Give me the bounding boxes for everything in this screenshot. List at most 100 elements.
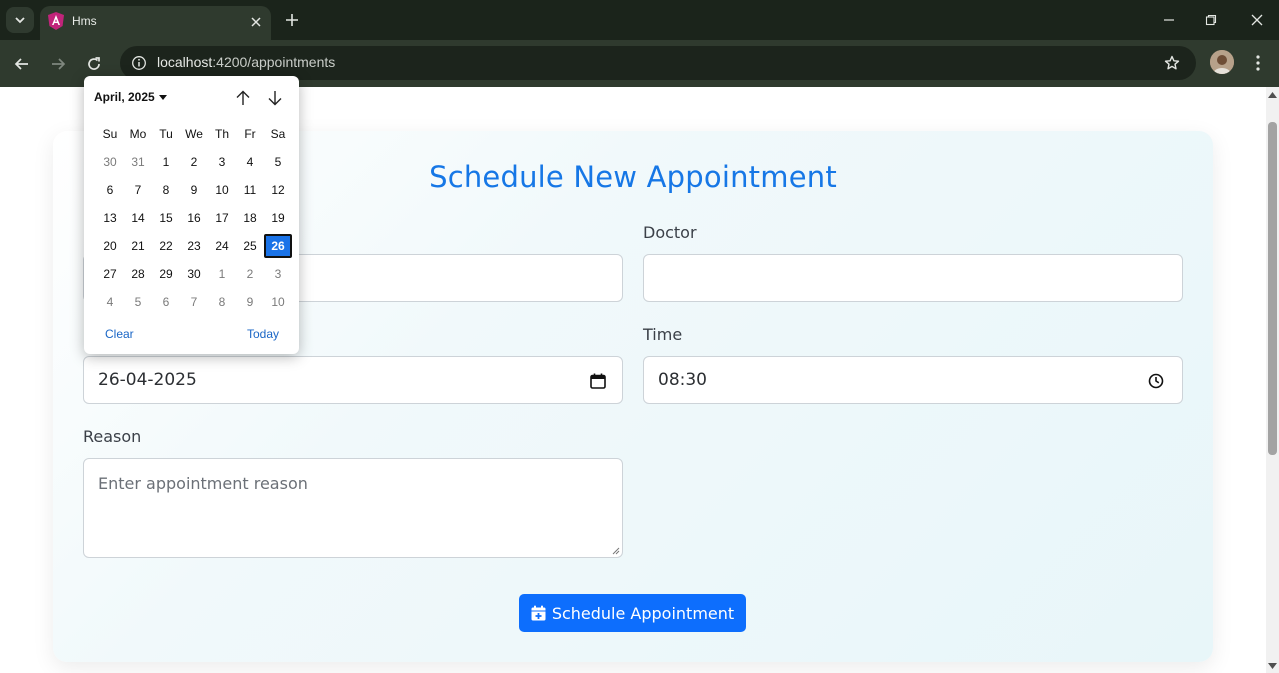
clock-icon[interactable] xyxy=(1147,372,1165,390)
calendar-day[interactable]: 10 xyxy=(264,290,292,314)
chevron-down-icon xyxy=(15,17,25,24)
reason-label: Reason xyxy=(83,427,142,446)
weekday-fr: Fr xyxy=(244,127,256,141)
bookmark-button[interactable] xyxy=(1161,52,1183,74)
calendar-day[interactable]: 29 xyxy=(152,262,180,286)
reload-icon xyxy=(88,57,100,70)
date-picker-popup: April, 2025 Su Mo Tu We Th Fr Sa 30 31 1 2 3 4 5 6 7 8 9… xyxy=(84,76,299,354)
weekday-we: We xyxy=(185,127,203,141)
weekday-tu: Tu xyxy=(159,127,173,141)
close-tab-button[interactable] xyxy=(247,13,265,31)
calendar-day[interactable]: 25 xyxy=(236,234,264,258)
calendar-day[interactable]: 15 xyxy=(152,206,180,230)
close-window-button[interactable] xyxy=(1245,8,1269,32)
new-tab-button[interactable] xyxy=(282,10,302,30)
calendar-day[interactable]: 20 xyxy=(96,234,124,258)
calendar-day[interactable]: 24 xyxy=(208,234,236,258)
more-vertical-icon xyxy=(1256,55,1260,71)
reason-placeholder: Enter appointment reason xyxy=(98,474,308,493)
calendar-day[interactable]: 6 xyxy=(152,290,180,314)
minimize-icon xyxy=(1164,19,1174,21)
calendar-day[interactable]: 17 xyxy=(208,206,236,230)
calendar-day[interactable]: 3 xyxy=(264,262,292,286)
back-button[interactable] xyxy=(10,52,34,76)
month-year-label: April, 2025 xyxy=(94,90,155,104)
weekday-su: Su xyxy=(102,127,118,141)
clear-date-button[interactable]: Clear xyxy=(105,327,134,341)
arrow-right-icon xyxy=(52,58,66,70)
calendar-day[interactable]: 31 xyxy=(124,150,152,174)
today-button[interactable]: Today xyxy=(247,327,279,341)
calendar-day[interactable]: 26 xyxy=(264,234,292,258)
date-input[interactable]: 26-04-2025 xyxy=(83,356,623,404)
next-month-button[interactable] xyxy=(265,88,285,108)
calendar-day[interactable]: 10 xyxy=(208,178,236,202)
avatar-icon xyxy=(1210,50,1234,74)
calendar-icon[interactable] xyxy=(589,372,607,390)
calendar-day[interactable]: 9 xyxy=(236,290,264,314)
browser-menu-button[interactable] xyxy=(1248,51,1268,75)
calendar-day[interactable]: 30 xyxy=(180,262,208,286)
scrollbar-thumb[interactable] xyxy=(1268,122,1277,455)
browser-tab[interactable]: Hms xyxy=(40,6,271,40)
calendar-day[interactable]: 28 xyxy=(124,262,152,286)
restore-button[interactable] xyxy=(1199,8,1223,32)
previous-month-button[interactable] xyxy=(233,88,253,108)
page-scrollbar[interactable] xyxy=(1266,87,1279,673)
angular-favicon-icon xyxy=(48,12,64,30)
address-bar[interactable]: localhost:4200/appointments xyxy=(120,46,1196,80)
calendar-day[interactable]: 11 xyxy=(236,178,264,202)
caret-down-icon xyxy=(158,94,167,100)
close-icon xyxy=(251,17,261,27)
calendar-day[interactable]: 8 xyxy=(152,178,180,202)
calendar-day[interactable]: 1 xyxy=(152,150,180,174)
info-icon xyxy=(132,56,146,70)
forward-button[interactable] xyxy=(46,52,70,76)
calendar-day[interactable]: 2 xyxy=(180,150,208,174)
schedule-appointment-button[interactable]: Schedule Appointment xyxy=(519,594,746,632)
calendar-day[interactable]: 5 xyxy=(264,150,292,174)
calendar-day[interactable]: 9 xyxy=(180,178,208,202)
calendar-day[interactable]: 12 xyxy=(264,178,292,202)
doctor-field[interactable] xyxy=(643,254,1183,302)
calendar-day[interactable]: 4 xyxy=(236,150,264,174)
month-year-selector[interactable]: April, 2025 xyxy=(94,90,167,104)
plus-icon xyxy=(286,14,298,26)
calendar-day[interactable]: 3 xyxy=(208,150,236,174)
calendar-day[interactable]: 19 xyxy=(264,206,292,230)
browser-tab-bar: Hms xyxy=(0,0,1279,40)
arrow-up-icon xyxy=(236,90,250,105)
calendar-day[interactable]: 27 xyxy=(96,262,124,286)
tab-search-button[interactable] xyxy=(6,7,34,33)
calendar-day[interactable]: 4 xyxy=(96,290,124,314)
weekday-th: Th xyxy=(214,127,229,141)
calendar-day[interactable]: 16 xyxy=(180,206,208,230)
time-input[interactable]: 08:30 xyxy=(643,356,1183,404)
calendar-day[interactable]: 2 xyxy=(236,262,264,286)
calendar-day[interactable]: 18 xyxy=(236,206,264,230)
calendar-day[interactable]: 7 xyxy=(124,178,152,202)
calendar-day[interactable]: 21 xyxy=(124,234,152,258)
calendar-day[interactable]: 6 xyxy=(96,178,124,202)
calendar-day[interactable]: 22 xyxy=(152,234,180,258)
url-host: localhost xyxy=(157,54,213,70)
scroll-up-icon[interactable] xyxy=(1268,91,1277,99)
reload-button[interactable] xyxy=(82,52,106,76)
submit-label: Schedule Appointment xyxy=(551,603,735,623)
minimize-button[interactable] xyxy=(1157,8,1181,32)
calendar-day[interactable]: 13 xyxy=(96,206,124,230)
calendar-day[interactable]: 30 xyxy=(96,150,124,174)
reason-textarea[interactable]: Enter appointment reason xyxy=(83,458,623,558)
doctor-label: Doctor xyxy=(643,223,697,242)
site-info-button[interactable] xyxy=(128,52,150,74)
calendar-day[interactable]: 5 xyxy=(124,290,152,314)
profile-avatar[interactable] xyxy=(1210,50,1234,74)
calendar-day[interactable]: 7 xyxy=(180,290,208,314)
calendar-day[interactable]: 23 xyxy=(180,234,208,258)
calendar-day[interactable]: 8 xyxy=(208,290,236,314)
scroll-down-icon[interactable] xyxy=(1268,662,1277,670)
resize-handle-icon[interactable] xyxy=(612,547,620,555)
calendar-day[interactable]: 14 xyxy=(124,206,152,230)
restore-icon xyxy=(1205,14,1217,26)
calendar-day[interactable]: 1 xyxy=(208,262,236,286)
